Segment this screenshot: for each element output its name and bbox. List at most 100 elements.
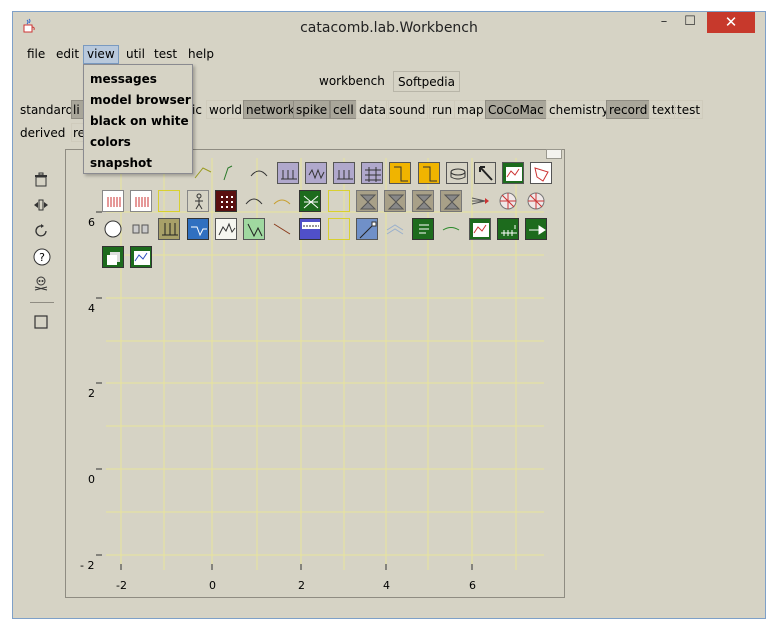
menu-util[interactable]: util bbox=[126, 47, 145, 61]
menu-test[interactable]: test bbox=[154, 47, 177, 61]
palette-hour-icon[interactable] bbox=[412, 190, 434, 212]
palette-hour-icon[interactable] bbox=[356, 190, 378, 212]
palette-poly-icon[interactable] bbox=[530, 162, 552, 184]
palette-bars-o-icon[interactable] bbox=[158, 218, 180, 240]
x-tick-label: 4 bbox=[383, 579, 390, 592]
palette-grid-icon[interactable] bbox=[361, 162, 383, 184]
square-icon[interactable] bbox=[33, 314, 49, 330]
softpedia-button[interactable]: Softpedia bbox=[393, 71, 460, 92]
standard-btn-chemistry[interactable]: chemistry bbox=[546, 100, 612, 119]
refresh-icon[interactable] bbox=[33, 223, 49, 239]
x-tick-label: 6 bbox=[469, 579, 476, 592]
palette-figure-icon[interactable] bbox=[187, 190, 209, 212]
workbench-canvas[interactable]: 6 4 2 0 - 2 -2 0 2 4 6 bbox=[65, 149, 565, 598]
standard-btn-spike[interactable]: spike bbox=[293, 100, 331, 119]
menu-bar: file edit view util test help bbox=[13, 43, 765, 65]
skull-icon[interactable] bbox=[33, 275, 49, 291]
palette-dots-icon[interactable] bbox=[215, 190, 237, 212]
standard-partial-mid: ic bbox=[192, 103, 202, 117]
standard-btn-test[interactable]: test bbox=[674, 100, 704, 119]
menu-help[interactable]: help bbox=[188, 47, 214, 61]
view-dropdown-menu: messages model browser black on white co… bbox=[83, 64, 193, 174]
x-tick-label: 2 bbox=[298, 579, 305, 592]
palette-chev-icon[interactable] bbox=[384, 218, 406, 240]
palette-spiky-g-icon[interactable] bbox=[243, 218, 265, 240]
palette-red-bars-icon[interactable] bbox=[130, 190, 152, 212]
palette-line-y-icon[interactable] bbox=[192, 162, 214, 184]
menu-item-colors[interactable]: colors bbox=[90, 135, 131, 149]
palette-target-icon[interactable] bbox=[497, 190, 519, 212]
close-button[interactable]: ✕ bbox=[707, 12, 755, 33]
palette-circle-icon[interactable] bbox=[102, 218, 124, 240]
palette-net-g-icon[interactable] bbox=[299, 190, 321, 212]
fit-width-icon[interactable] bbox=[33, 197, 49, 213]
palette-bar-b-icon[interactable] bbox=[299, 218, 321, 240]
palette-disk-icon[interactable] bbox=[446, 162, 468, 184]
menu-view[interactable]: view bbox=[83, 45, 119, 64]
menu-item-snapshot[interactable]: snapshot bbox=[90, 156, 152, 170]
standard-btn-map[interactable]: map bbox=[454, 100, 487, 119]
palette-diag-b-icon[interactable] bbox=[356, 218, 378, 240]
palette-step-o-icon[interactable] bbox=[389, 162, 411, 184]
standard-btn-run[interactable]: run bbox=[429, 100, 456, 119]
palette-scope-icon[interactable] bbox=[502, 162, 524, 184]
x-tick-label: 0 bbox=[209, 579, 216, 592]
palette-diag-icon[interactable] bbox=[271, 218, 293, 240]
app-window: catacomb.lab.Workbench – ☐ ✕ file edit v… bbox=[12, 11, 766, 619]
standard-btn-network[interactable]: network bbox=[243, 100, 298, 119]
palette-bars-icon[interactable] bbox=[277, 162, 299, 184]
maximize-button[interactable]: ☐ bbox=[677, 12, 703, 33]
palette-hour-icon[interactable] bbox=[440, 190, 462, 212]
menu-item-black-on-white[interactable]: black on white bbox=[90, 114, 189, 128]
svg-text:?: ? bbox=[39, 251, 45, 264]
palette-arc-g-icon[interactable] bbox=[440, 218, 462, 240]
palette-empty-y-icon[interactable] bbox=[158, 190, 180, 212]
palette-empty-y-icon[interactable] bbox=[328, 218, 350, 240]
palette-doc-g-icon[interactable] bbox=[412, 218, 434, 240]
canvas-corner-handle[interactable] bbox=[546, 149, 562, 159]
palette-fan-icon[interactable] bbox=[469, 190, 491, 212]
palette-arrow-g-icon[interactable] bbox=[525, 218, 547, 240]
y-tick-label: 2 bbox=[88, 387, 95, 400]
help-icon[interactable]: ? bbox=[33, 248, 51, 266]
y-tick-label: 0 bbox=[88, 473, 95, 486]
y-tick-label: - 2 bbox=[80, 559, 95, 572]
standard-btn-world[interactable]: world bbox=[206, 100, 246, 119]
palette-sq-g-icon[interactable] bbox=[102, 246, 124, 268]
palette-hour-icon[interactable] bbox=[384, 190, 406, 212]
palette-ring-icon[interactable] bbox=[130, 218, 152, 240]
palette-bars-icon[interactable] bbox=[333, 162, 355, 184]
palette-spiky-icon[interactable] bbox=[215, 218, 237, 240]
palette-arc-icon[interactable] bbox=[243, 190, 265, 212]
minimize-button[interactable]: – bbox=[651, 12, 677, 33]
standard-btn-data[interactable]: data bbox=[356, 100, 390, 119]
standard-btn-cell[interactable]: cell bbox=[330, 100, 357, 119]
palette-scope-icon[interactable] bbox=[469, 218, 491, 240]
x-tick-label: -2 bbox=[116, 579, 127, 592]
palette-arc-o-icon[interactable] bbox=[271, 190, 293, 212]
palette-red-bars-icon[interactable] bbox=[102, 190, 124, 212]
palette-empty-y-icon[interactable] bbox=[328, 190, 350, 212]
standard-btn-record[interactable]: record bbox=[606, 100, 651, 119]
menu-item-model-browser[interactable]: model browser bbox=[90, 93, 191, 107]
standard-btn-cocomac[interactable]: CoCoMac bbox=[485, 100, 547, 119]
palette-wave-icon[interactable] bbox=[305, 162, 327, 184]
trash-icon[interactable] bbox=[33, 172, 49, 188]
menu-item-messages[interactable]: messages bbox=[90, 72, 157, 86]
palette-pts-g-icon[interactable] bbox=[497, 218, 519, 240]
side-divider bbox=[30, 302, 54, 303]
palette-step-o-icon[interactable] bbox=[418, 162, 440, 184]
palette-scope-g-icon[interactable] bbox=[130, 246, 152, 268]
palette-line-k-icon[interactable] bbox=[220, 162, 242, 184]
menu-file[interactable]: file bbox=[27, 47, 45, 61]
standard-btn-sound[interactable]: sound bbox=[386, 100, 429, 119]
workbench-label: workbench bbox=[319, 74, 385, 88]
palette-arrow-icon[interactable] bbox=[474, 162, 496, 184]
menu-edit[interactable]: edit bbox=[56, 47, 79, 61]
palette-arc-icon[interactable] bbox=[248, 162, 270, 184]
palette-target-icon[interactable] bbox=[525, 190, 547, 212]
y-tick-label: 4 bbox=[88, 302, 95, 315]
palette-dip-icon[interactable] bbox=[187, 218, 209, 240]
y-tick-label: 6 bbox=[88, 216, 95, 229]
title-bar[interactable]: catacomb.lab.Workbench – ☐ ✕ bbox=[13, 12, 765, 43]
